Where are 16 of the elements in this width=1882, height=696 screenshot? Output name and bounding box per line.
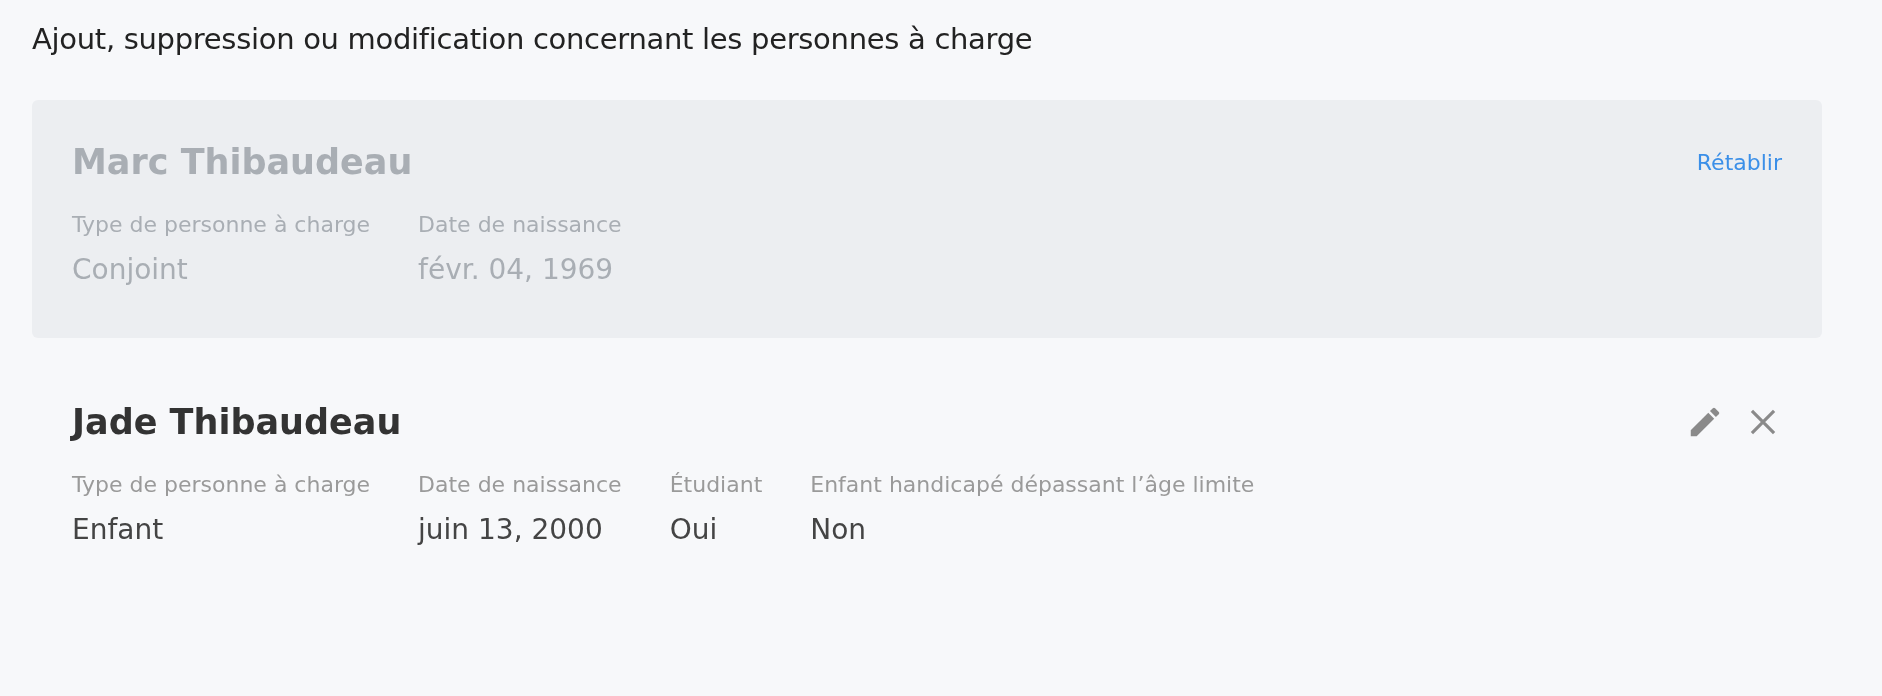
section-title: Ajout, suppression ou modification concernant les personnes à charge [32, 22, 1034, 56]
field-label: Type de personne à charge [72, 212, 371, 237]
field-label: Date de naissance [418, 212, 622, 237]
field-value: Conjoint [72, 253, 189, 286]
dependent-name: Marc Thibaudeau [72, 142, 413, 182]
field-label: Type de personne à charge [72, 472, 371, 497]
field-label: Enfant handicapé dépassant l’âge limite [810, 472, 1255, 497]
restore-link[interactable]: Rétablir [1696, 149, 1782, 175]
field-label: Étudiant [669, 472, 763, 497]
field-value: Oui [669, 513, 719, 546]
field-value: juin 13, 2000 [418, 513, 604, 546]
field-label: Date de naissance [418, 472, 622, 497]
field-value: Enfant [72, 513, 165, 546]
dependent-name: Jade Thibaudeau [72, 402, 402, 442]
field-value: Non [810, 513, 868, 546]
field-value: févr. 04, 1969 [418, 253, 615, 286]
